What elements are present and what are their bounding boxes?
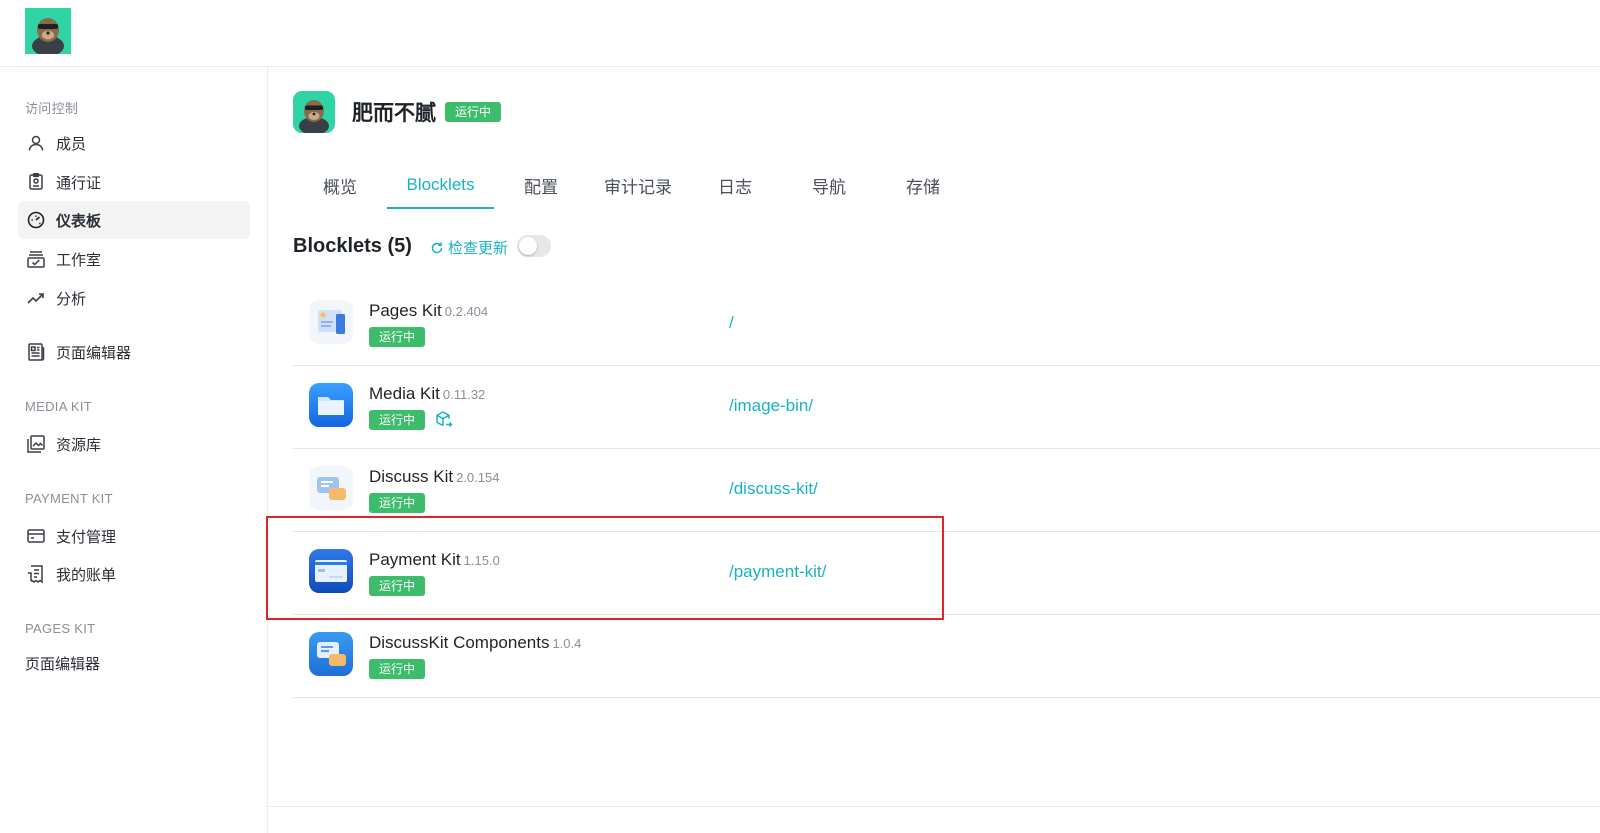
status-badge: 运行中 bbox=[369, 576, 426, 596]
sidebar-item-studio[interactable]: 工作室 bbox=[18, 240, 250, 278]
tab-config[interactable]: 配置 bbox=[494, 163, 588, 207]
sidebar-item-label: 通行证 bbox=[56, 174, 102, 192]
sidebar-group-title: MEDIA KIT bbox=[25, 399, 92, 414]
sidebar-item-pages-kit-editor[interactable]: 页面编辑器 bbox=[18, 644, 250, 682]
dashboard-icon bbox=[26, 210, 46, 230]
tab-storage[interactable]: 存储 bbox=[876, 163, 970, 207]
toggle-knob bbox=[519, 237, 537, 255]
blocklet-version: 2.0.154 bbox=[456, 470, 500, 485]
auto-update-toggle[interactable] bbox=[517, 235, 551, 257]
blocklet-name: DiscussKit Components bbox=[369, 633, 550, 652]
blocklet-name-line: Media Kit 0.11.32 bbox=[369, 384, 485, 404]
blocklet-version: 1.15.0 bbox=[463, 553, 500, 568]
blocklet-name-line: Payment Kit 1.15.0 bbox=[369, 550, 500, 570]
discusskit-components-icon bbox=[309, 632, 353, 676]
sidebar: 访问控制 成员 通行证 仪表板 工作室 分析 页面编辑器 MEDIA KIT 资… bbox=[0, 67, 268, 833]
sidebar-item-label: 工作室 bbox=[56, 251, 102, 269]
tab-overview[interactable]: 概览 bbox=[293, 163, 387, 207]
pass-icon bbox=[26, 172, 46, 192]
sidebar-group-title: 访问控制 bbox=[25, 101, 79, 116]
sidebar-item-label: 支付管理 bbox=[56, 528, 117, 546]
sidebar-item-label: 仪表板 bbox=[56, 212, 102, 230]
blocklet-row-payment-kit[interactable]: Payment Kit 1.15.0 运行中 /payment-kit/ bbox=[293, 532, 1600, 615]
blocklet-mount-path-link[interactable]: /image-bin/ bbox=[729, 396, 813, 416]
sidebar-item-passport[interactable]: 通行证 bbox=[18, 163, 250, 201]
media-kit-folder-icon bbox=[309, 383, 353, 427]
status-badge: 运行中 bbox=[369, 659, 426, 679]
blocklet-version: 1.0.4 bbox=[552, 636, 582, 651]
check-update-label: 检查更新 bbox=[448, 240, 509, 257]
status-badge: 运行中 bbox=[369, 410, 426, 430]
divider bbox=[268, 806, 1600, 807]
studio-icon bbox=[26, 249, 46, 269]
sidebar-item-label: 我的账单 bbox=[56, 566, 117, 584]
otter-mascot-logo-icon[interactable] bbox=[25, 8, 71, 56]
refresh-icon bbox=[430, 241, 444, 255]
tab-bar: 概览 Blocklets 配置 审计记录 日志 导航 存储 bbox=[293, 163, 1093, 209]
blocklet-name-line: Discuss Kit 2.0.154 bbox=[369, 467, 499, 487]
pages-kit-icon bbox=[309, 300, 353, 344]
user-icon bbox=[26, 133, 46, 153]
discuss-kit-icon bbox=[309, 466, 353, 510]
top-bar bbox=[0, 0, 1600, 67]
sidebar-item-label: 页面编辑器 bbox=[56, 344, 132, 362]
sidebar-item-members[interactable]: 成员 bbox=[18, 124, 250, 162]
sidebar-item-payment-management[interactable]: 支付管理 bbox=[18, 517, 250, 555]
status-badge: 运行中 bbox=[445, 102, 502, 122]
newspaper-icon bbox=[26, 342, 46, 362]
blocklet-mount-path-link[interactable]: / bbox=[729, 313, 734, 333]
blocklet-mount-path-link[interactable]: /discuss-kit/ bbox=[729, 479, 818, 499]
blocklet-name: Media Kit bbox=[369, 384, 440, 403]
blocklet-row-pages-kit[interactable]: Pages Kit 0.2.404 运行中 / bbox=[293, 283, 1600, 366]
credit-card-icon bbox=[26, 526, 46, 546]
status-badge: 运行中 bbox=[369, 327, 426, 347]
page-title: 肥而不腻 bbox=[352, 102, 436, 125]
blocklet-row-discuss-kit[interactable]: Discuss Kit 2.0.154 运行中 /discuss-kit/ bbox=[293, 449, 1600, 532]
blocklet-name: Discuss Kit bbox=[369, 467, 454, 486]
tab-blocklets[interactable]: Blocklets bbox=[387, 163, 494, 209]
cube-share-icon[interactable] bbox=[434, 410, 454, 430]
blocklet-row-media-kit[interactable]: Media Kit 0.11.32 运行中 /image-bin/ bbox=[293, 366, 1600, 449]
blocklet-version: 0.11.32 bbox=[442, 387, 486, 402]
tab-navigation[interactable]: 导航 bbox=[782, 163, 876, 207]
analytics-icon bbox=[26, 288, 46, 308]
sidebar-item-resource-library[interactable]: 资源库 bbox=[18, 425, 250, 463]
blocklet-version: 0.2.404 bbox=[444, 304, 489, 319]
main-content: 肥而不腻 运行中 概览 Blocklets 配置 审计记录 日志 导航 存储 B… bbox=[268, 67, 1600, 833]
blocklet-row-discusskit-components[interactable]: DiscussKit Components 1.0.4 运行中 bbox=[293, 615, 1600, 698]
blocklet-name-line: DiscussKit Components 1.0.4 bbox=[369, 633, 581, 653]
sidebar-item-dashboard[interactable]: 仪表板 bbox=[18, 201, 250, 239]
blocklet-name: Payment Kit bbox=[369, 550, 461, 569]
blocklet-mount-path-link[interactable]: /payment-kit/ bbox=[729, 562, 826, 582]
section-title: Blocklets (5) bbox=[293, 235, 412, 257]
app-avatar-icon bbox=[293, 91, 335, 135]
bill-icon bbox=[26, 564, 46, 584]
sidebar-item-label: 页面编辑器 bbox=[25, 655, 101, 673]
blocklet-name: Pages Kit bbox=[369, 301, 442, 320]
sidebar-item-page-editor[interactable]: 页面编辑器 bbox=[18, 333, 250, 371]
sidebar-group-title: PAGES KIT bbox=[25, 621, 96, 636]
blocklet-name-line: Pages Kit 0.2.404 bbox=[369, 301, 488, 321]
sidebar-item-label: 资源库 bbox=[56, 436, 102, 454]
check-update-button[interactable]: 检查更新 bbox=[430, 237, 508, 258]
payment-kit-card-icon bbox=[309, 549, 353, 593]
tab-logs[interactable]: 日志 bbox=[688, 163, 782, 207]
tab-audit-log[interactable]: 审计记录 bbox=[588, 163, 688, 207]
sidebar-item-label: 成员 bbox=[56, 135, 87, 153]
status-badge: 运行中 bbox=[369, 493, 426, 513]
image-library-icon bbox=[26, 434, 46, 454]
sidebar-item-label: 分析 bbox=[56, 290, 87, 308]
sidebar-item-my-bills[interactable]: 我的账单 bbox=[18, 555, 250, 593]
sidebar-group-title: PAYMENT KIT bbox=[25, 491, 113, 506]
sidebar-item-analytics[interactable]: 分析 bbox=[18, 279, 250, 317]
